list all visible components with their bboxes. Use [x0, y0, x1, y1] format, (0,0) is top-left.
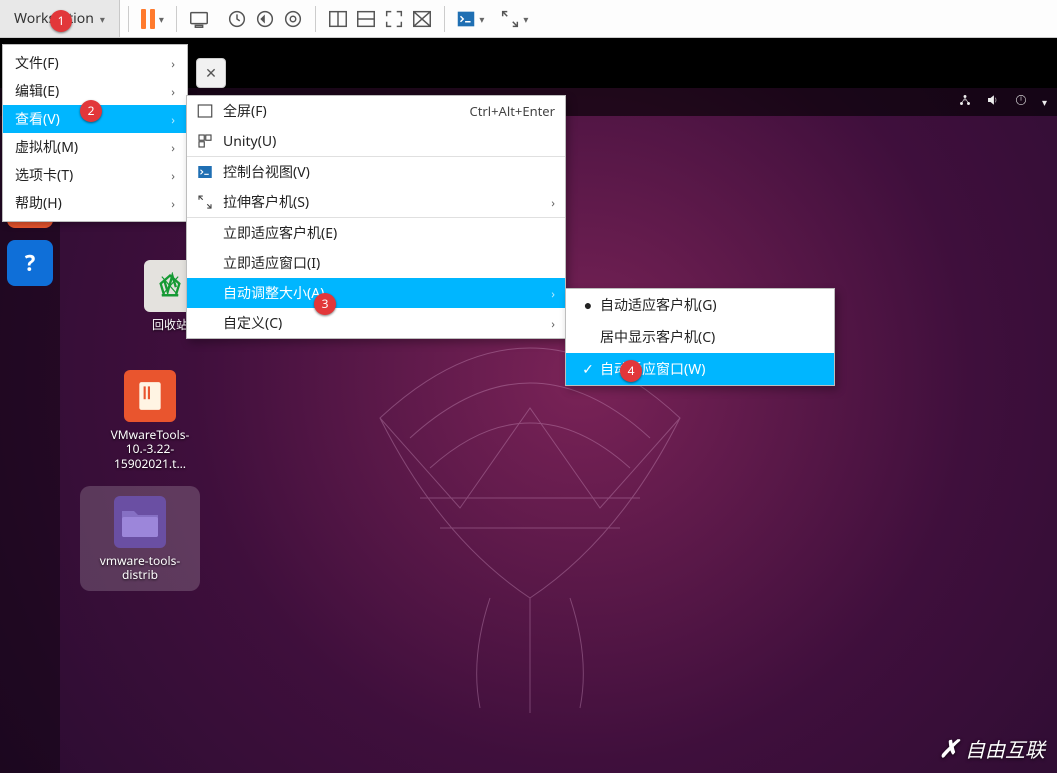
view-fit-window-now[interactable]: 立即适应窗口(I) — [187, 248, 565, 278]
auto-fit-window[interactable]: ✓ 自动适应窗口(W) — [566, 353, 834, 385]
send-ctrl-alt-del-icon[interactable] — [185, 5, 213, 33]
view-unity[interactable]: Unity(U) — [187, 126, 565, 156]
auto-fit-guest[interactable]: ● 自动适应客户机(G) — [566, 289, 834, 321]
auto-resize-submenu: ● 自动适应客户机(G) 居中显示客户机(C) ✓ 自动适应窗口(W) — [565, 288, 835, 386]
menu-help-label: 帮助(H) — [15, 193, 62, 213]
trash-label: 回收站 — [152, 318, 188, 332]
toolbar-separator — [176, 6, 177, 32]
power-pause-button[interactable]: ▾ — [137, 5, 168, 33]
network-icon[interactable] — [958, 93, 972, 111]
radio-selected-icon: ● — [576, 296, 600, 315]
menu-help[interactable]: 帮助(H)› — [3, 189, 187, 217]
watermark-text: 自由互联 — [965, 734, 1045, 763]
view-unity-label: Unity(U) — [223, 132, 555, 151]
menu-tabs[interactable]: 选项卡(T)› — [3, 161, 187, 189]
stretch-icon — [191, 188, 219, 216]
auto-center-guest[interactable]: 居中显示客户机(C) — [566, 321, 834, 353]
callout-badge-1: 1 — [50, 10, 72, 32]
dock-help-icon[interactable]: ? — [7, 240, 53, 286]
unity-mode-icon[interactable] — [408, 5, 436, 33]
console-icon — [191, 158, 219, 186]
tar-label: VMwareTools-10.-3.22-15902021.t… — [90, 428, 210, 471]
view-fullscreen-label: 全屏(F) — [223, 101, 469, 121]
desktop-vmware-tools-folder[interactable]: vmware-tools-distrib — [80, 486, 200, 591]
view-fit-guest-label: 立即适应客户机(E) — [223, 223, 555, 243]
view-auto-resize-label: 自动调整大小(A) — [223, 283, 551, 303]
menu-edit-label: 编辑(E) — [15, 81, 59, 101]
toolbar-separator — [315, 6, 316, 32]
stretch-guest-icon[interactable]: ▾ — [497, 5, 531, 33]
chevron-down-icon: ▾ — [479, 12, 484, 26]
view-fit-guest-now[interactable]: 立即适应客户机(E) — [187, 218, 565, 248]
fullscreen-icon[interactable] — [380, 5, 408, 33]
view-fullscreen-shortcut: Ctrl+Alt+Enter — [469, 102, 555, 120]
folder-label: vmware-tools-distrib — [84, 554, 196, 583]
view-custom[interactable]: 自定义(C) › — [187, 308, 565, 338]
menu-tabs-label: 选项卡(T) — [15, 165, 73, 185]
vmware-toolbar: Workstation ▾ ▾ ▾ ▾ — [0, 0, 1057, 38]
menu-vm-label: 虚拟机(M) — [15, 137, 78, 157]
chevron-down-icon: ▾ — [159, 12, 164, 26]
volume-icon[interactable] — [986, 93, 1000, 111]
snapshot-take-icon[interactable] — [223, 5, 251, 33]
fullscreen-icon — [191, 97, 219, 125]
view-console[interactable]: 控制台视图(V) — [187, 157, 565, 187]
menu-file-label: 文件(F) — [15, 53, 59, 73]
check-icon: ✓ — [576, 360, 600, 379]
view-stretch-label: 拉伸客户机(S) — [223, 192, 551, 212]
view-stretch[interactable]: 拉伸客户机(S) › — [187, 187, 565, 217]
menu-file[interactable]: 文件(F)› — [3, 49, 187, 77]
snapshot-revert-icon[interactable] — [251, 5, 279, 33]
view-custom-label: 自定义(C) — [223, 313, 551, 333]
desktop-vmware-tools-tar[interactable]: VMwareTools-10.-3.22-15902021.t… — [90, 370, 210, 471]
toolbar-separator — [444, 6, 445, 32]
view-console-label: 控制台视图(V) — [223, 162, 555, 182]
menu-vm[interactable]: 虚拟机(M)› — [3, 133, 187, 161]
watermark-x-icon: ✗ — [939, 732, 959, 765]
ubuntu-system-tray[interactable]: ▾ — [958, 93, 1047, 111]
view-fullscreen[interactable]: 全屏(F) Ctrl+Alt+Enter — [187, 96, 565, 126]
callout-badge-2: 2 — [80, 100, 102, 122]
console-view-icon[interactable]: ▾ — [453, 5, 487, 33]
menu-view-label: 查看(V) — [15, 109, 60, 129]
callout-badge-3: 3 — [314, 293, 336, 315]
layout-split-vertical-icon[interactable] — [324, 5, 352, 33]
workstation-main-menu: 文件(F)› 编辑(E)› 查看(V)› 虚拟机(M)› 选项卡(T)› 帮助(… — [2, 44, 188, 222]
callout-badge-4: 4 — [620, 360, 642, 382]
auto-fit-guest-label: 自动适应客户机(G) — [600, 295, 824, 315]
layout-split-horizontal-icon[interactable] — [352, 5, 380, 33]
toolbar-separator — [128, 6, 129, 32]
snapshot-manager-icon[interactable] — [279, 5, 307, 33]
chevron-down-icon: ▾ — [100, 12, 105, 26]
chevron-down-icon: ▾ — [523, 12, 528, 26]
watermark: ✗ 自由互联 — [939, 732, 1045, 765]
view-fit-window-label: 立即适应窗口(I) — [223, 253, 555, 273]
chevron-down-icon[interactable]: ▾ — [1042, 95, 1047, 109]
tab-close-button[interactable]: ✕ — [196, 58, 226, 88]
view-auto-resize[interactable]: 自动调整大小(A) › — [187, 278, 565, 308]
auto-center-guest-label: 居中显示客户机(C) — [600, 327, 824, 347]
power-icon[interactable] — [1014, 93, 1028, 111]
view-submenu: 全屏(F) Ctrl+Alt+Enter Unity(U) 控制台视图(V) 拉… — [186, 95, 566, 339]
unity-icon — [191, 127, 219, 155]
